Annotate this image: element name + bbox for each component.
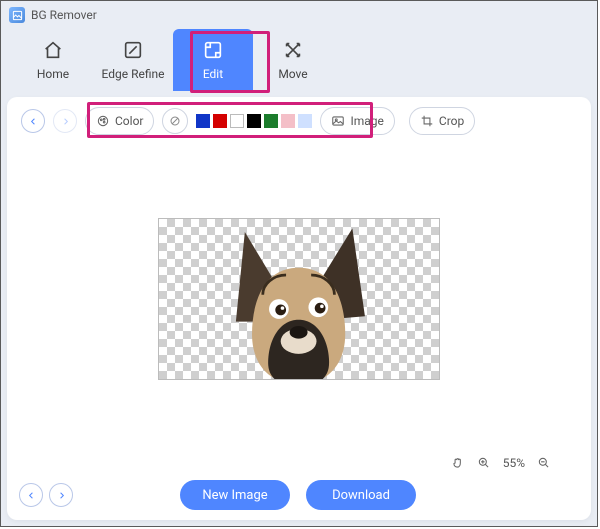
app-logo-icon [9,7,25,23]
app-window: BG Remover Home Edge Refine Edit Move [0,0,598,527]
color-tool-button[interactable]: Color [85,107,154,135]
tab-edit[interactable]: Edit [173,29,253,91]
editor-panel: Color Image Crop [7,97,591,520]
main-tabs: Home Edge Refine Edit Move [1,29,597,97]
tab-label: Edge Refine [102,67,165,81]
swatch-red[interactable] [213,114,227,128]
tab-label: Home [37,67,69,81]
tab-home[interactable]: Home [13,29,93,91]
canvas-area [7,145,591,452]
artboard[interactable] [158,218,440,380]
image-label: Image [350,114,383,128]
crop-label: Crop [439,114,464,128]
tab-edge-refine[interactable]: Edge Refine [93,29,173,91]
zoom-bar: 55% [7,452,591,474]
zoom-value: 55% [503,456,525,470]
swatch-pink[interactable] [281,114,295,128]
subject-dog [209,223,388,379]
swatch-blue[interactable] [196,114,210,128]
next-image-button[interactable] [49,483,73,507]
crop-button[interactable]: Crop [409,107,475,135]
undo-button[interactable] [21,109,45,133]
zoom-out-button[interactable] [537,456,551,470]
pan-hand-icon[interactable] [451,456,465,470]
zoom-in-button[interactable] [477,456,491,470]
clear-color-button[interactable] [162,108,188,134]
tab-move[interactable]: Move [253,29,333,91]
swatch-black[interactable] [247,114,261,128]
app-title: BG Remover [31,8,97,22]
redo-button[interactable] [53,109,77,133]
swatch-white[interactable] [230,114,244,128]
footer-bar: New Image Download [7,474,591,520]
prev-image-button[interactable] [19,483,43,507]
download-button[interactable]: Download [306,480,416,510]
color-label: Color [115,114,143,128]
title-bar: BG Remover [1,1,597,29]
edit-toolbar: Color Image Crop [7,97,591,145]
new-image-button[interactable]: New Image [180,480,290,510]
tab-label: Edit [203,67,223,81]
swatch-more[interactable] [298,114,312,128]
footer-actions: New Image Download [79,480,517,510]
tab-label: Move [278,67,307,81]
color-swatches [196,114,312,128]
swatch-green[interactable] [264,114,278,128]
background-image-button[interactable]: Image [320,107,394,135]
